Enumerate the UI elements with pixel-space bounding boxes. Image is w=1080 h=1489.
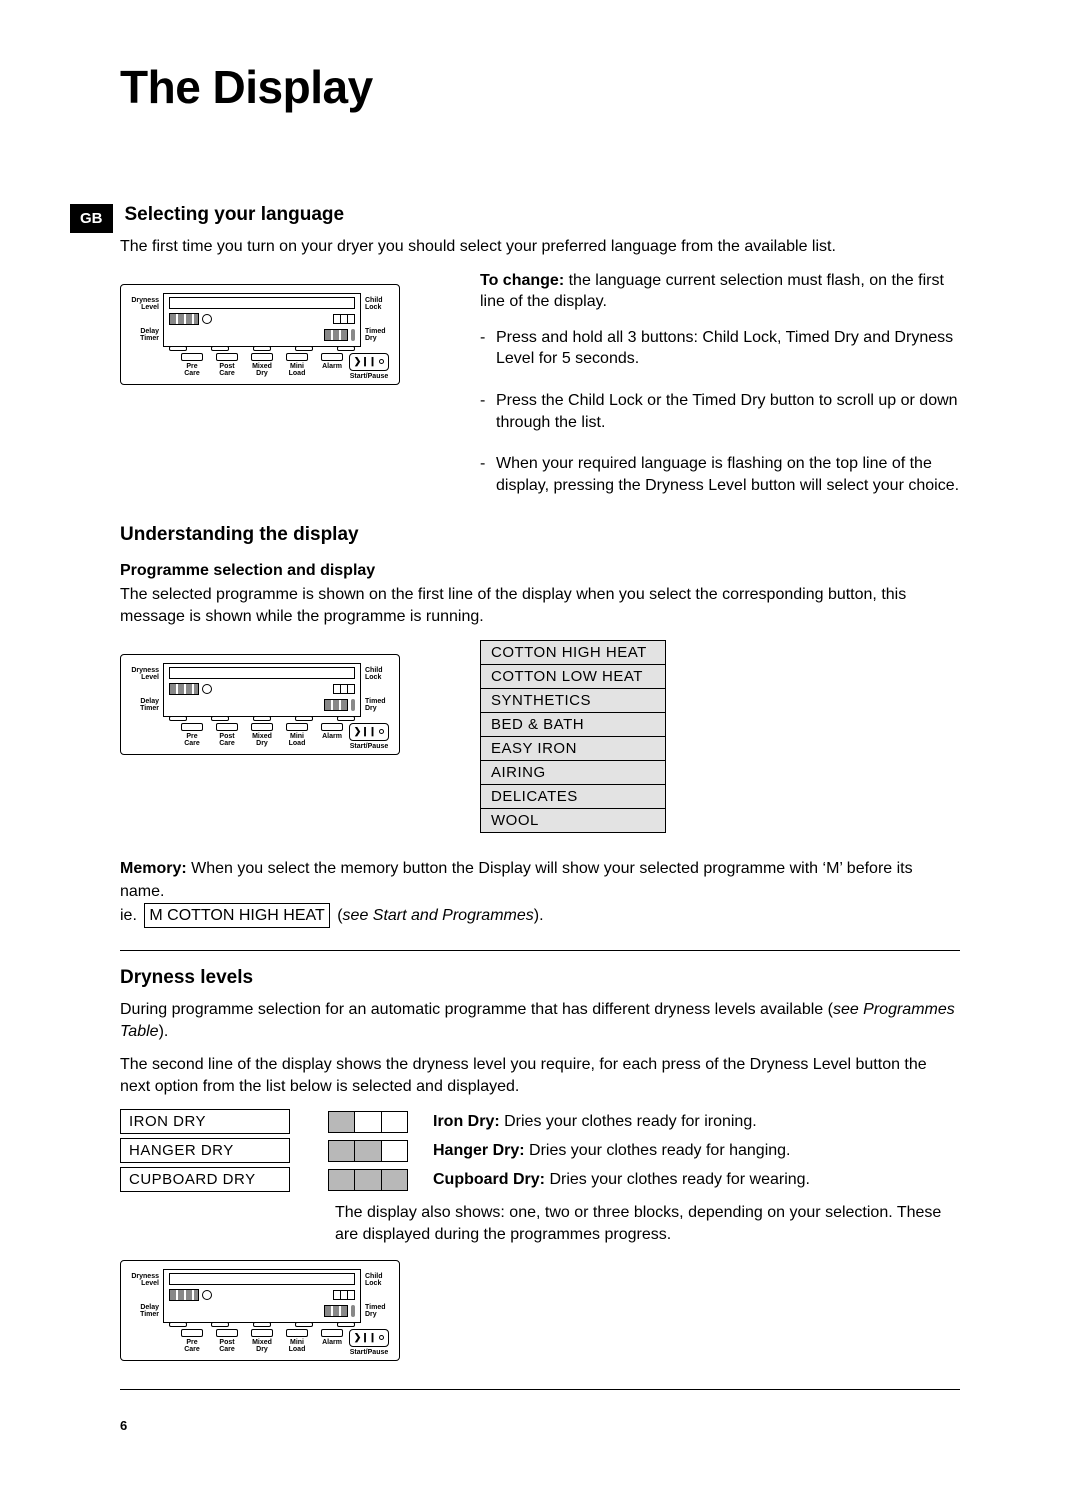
dryness-blocks-icon: [328, 1169, 408, 1191]
panel-option: MiniLoad: [284, 1329, 310, 1354]
play-pause-icon: ❯❙❙: [354, 726, 377, 737]
panel-option: Alarm: [319, 353, 345, 378]
dryness-level-desc: Hanger Dry: Dries your clothes ready for…: [433, 1142, 791, 1160]
dryness-level-desc: Iron Dry: Dries your clothes ready for i…: [433, 1113, 757, 1131]
panel-label-child-lock: ChildLock: [365, 667, 391, 682]
dryness-blocks-icon: [328, 1111, 408, 1133]
dryness-para-2: The second line of the display shows the…: [120, 1054, 960, 1097]
panel-option: Alarm: [319, 1329, 345, 1354]
panel-option: MiniLoad: [284, 353, 310, 378]
panel-label-delay: DelayTimer: [129, 328, 159, 343]
sub-heading-programme: Programme selection and display: [120, 562, 960, 580]
panel-option: MiniLoad: [284, 723, 310, 748]
panel-option: PreCare: [179, 353, 205, 378]
panel-label-timed-dry: TimedDry: [365, 698, 391, 713]
programme-cell: COTTON HIGH HEAT: [481, 640, 666, 664]
page-number: 6: [120, 1418, 960, 1433]
thermometer-icon: [351, 699, 355, 711]
display-panel-figure: DrynessLevel DelayTimer ChildLock TimedDry P…: [120, 1260, 400, 1361]
language-badge: GB: [70, 204, 113, 233]
panel-option: PreCare: [179, 1329, 205, 1354]
panel-label-timed-dry: TimedDry: [365, 328, 391, 343]
dryness-level-label: IRON DRY: [120, 1109, 290, 1134]
dryness-level-label: HANGER DRY: [120, 1138, 290, 1163]
panel-option: PostCare: [214, 723, 240, 748]
language-steps-list: -Press and hold all 3 buttons: Child Loc…: [480, 327, 960, 497]
programme-cell: EASY IRON: [481, 736, 666, 760]
thermometer-icon: [351, 1305, 355, 1317]
panel-option: PostCare: [214, 1329, 240, 1354]
heading-understanding: Understanding the display: [120, 524, 960, 546]
display-panel-figure: DrynessLevel DelayTimer ChildLock TimedDry P…: [120, 654, 400, 755]
start-pause-button: ❯❙❙: [349, 723, 389, 741]
panel-option: MixedDry: [249, 1329, 275, 1354]
language-step: -Press the Child Lock or the Timed Dry b…: [480, 390, 960, 433]
panel-label-child-lock: ChildLock: [365, 297, 391, 312]
panel-label-dryness: DrynessLevel: [129, 297, 159, 312]
programme-para: The selected programme is shown on the f…: [120, 584, 960, 627]
dryness-level-label: CUPBOARD DRY: [120, 1167, 290, 1192]
programme-cell: SYNTHETICS: [481, 688, 666, 712]
panel-option: PostCare: [214, 353, 240, 378]
thermometer-icon: [351, 329, 355, 341]
dryness-level-row: HANGER DRY Hanger Dry: Dries your clothes…: [120, 1138, 960, 1163]
refresh-icon: [202, 314, 212, 324]
panel-label-dryness: DrynessLevel: [129, 667, 159, 682]
panel-label-delay: DelayTimer: [129, 1304, 159, 1319]
refresh-icon: [202, 684, 212, 694]
display-screen: [163, 1269, 361, 1323]
display-screen: [163, 293, 361, 347]
programme-cell: COTTON LOW HEAT: [481, 664, 666, 688]
start-pause-label: Start/Pause: [349, 373, 389, 380]
programme-cell: WOOL: [481, 808, 666, 832]
play-pause-icon: ❯❙❙: [354, 356, 377, 367]
display-screen: [163, 663, 361, 717]
programme-cell: DELICATES: [481, 784, 666, 808]
panel-option: MixedDry: [249, 723, 275, 748]
panel-label-child-lock: ChildLock: [365, 1273, 391, 1288]
dryness-levels-list: IRON DRY Iron Dry: Dries your clothes rea…: [120, 1109, 960, 1192]
panel-option: Alarm: [319, 723, 345, 748]
panel-label-dryness: DrynessLevel: [129, 1273, 159, 1288]
to-change-text: To change: the language current selectio…: [480, 270, 960, 313]
panel-label-delay: DelayTimer: [129, 698, 159, 713]
dryness-level-row: IRON DRY Iron Dry: Dries your clothes rea…: [120, 1109, 960, 1134]
language-step: -When your required language is flashing…: [480, 453, 960, 496]
panel-option: MixedDry: [249, 353, 275, 378]
panel-label-timed-dry: TimedDry: [365, 1304, 391, 1319]
start-pause-button: ❯❙❙: [349, 1329, 389, 1347]
dryness-para-1: During programme selection for an automa…: [120, 999, 960, 1042]
start-pause-label: Start/Pause: [349, 1349, 389, 1356]
programme-table: COTTON HIGH HEATCOTTON LOW HEATSYNTHETIC…: [480, 640, 666, 833]
dryness-blocks-icon: [328, 1140, 408, 1162]
dryness-level-row: CUPBOARD DRY Cupboard Dry: Dries your clo…: [120, 1167, 960, 1192]
divider: [120, 1389, 960, 1390]
panel-option: PreCare: [179, 723, 205, 748]
programme-cell: BED & BATH: [481, 712, 666, 736]
dryness-note: The display also shows: one, two or thre…: [335, 1202, 960, 1245]
programme-cell: AIRING: [481, 760, 666, 784]
heading-dryness: Dryness levels: [120, 967, 960, 989]
divider: [120, 950, 960, 951]
heading-selecting-language: Selecting your language: [125, 204, 961, 226]
intro-selecting-language: The first time you turn on your dryer yo…: [120, 236, 960, 258]
display-panel-figure: DrynessLevel DelayTimer ChildLock TimedDry P…: [120, 284, 400, 385]
language-step: -Press and hold all 3 buttons: Child Loc…: [480, 327, 960, 370]
start-pause-label: Start/Pause: [349, 743, 389, 750]
memory-example-box: M COTTON HIGH HEAT: [144, 903, 329, 928]
start-pause-button: ❯❙❙: [349, 353, 389, 371]
play-pause-icon: ❯❙❙: [354, 1332, 377, 1343]
memory-note: Memory: When you select the memory butto…: [120, 857, 960, 929]
refresh-icon: [202, 1290, 212, 1300]
page-title: The Display: [120, 60, 960, 114]
dryness-level-desc: Cupboard Dry: Dries your clothes ready f…: [433, 1171, 810, 1189]
